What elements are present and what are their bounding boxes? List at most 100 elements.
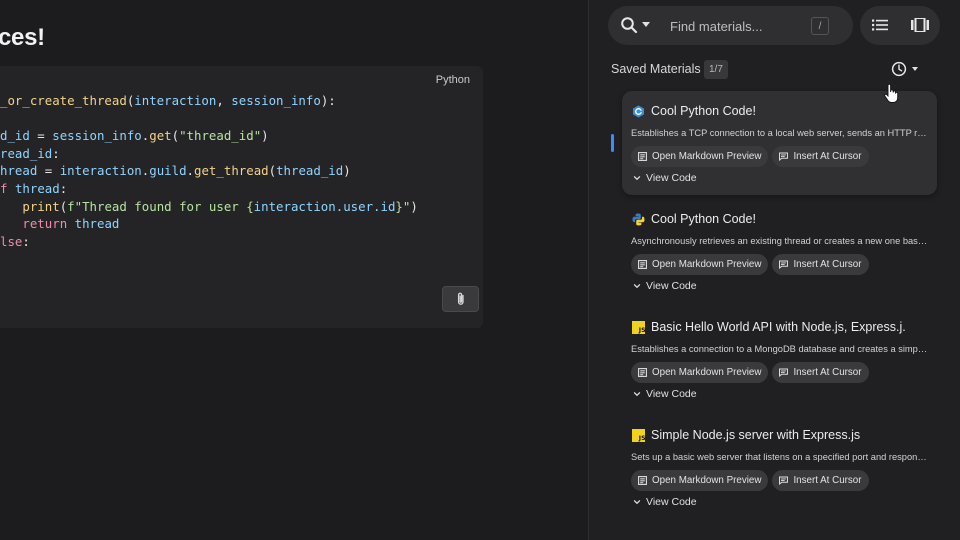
search-scope-dropdown-icon[interactable] [642, 22, 650, 27]
search-icon[interactable] [620, 16, 638, 34]
search-shortcut-key: / [811, 17, 829, 35]
code-line: f thread: [0, 180, 418, 198]
code-token: interaction [59, 163, 142, 179]
code-token: ): [320, 93, 336, 108]
list-view-icon[interactable] [870, 16, 890, 34]
code-line: lse: [0, 233, 418, 251]
open-markdown-preview-label: Open Markdown Preview [652, 151, 762, 162]
code-token: : [52, 145, 60, 161]
insert-comment-icon [779, 476, 789, 485]
saved-materials-panel: / Saved Materials 1/7 Cool Python Code! E… [589, 0, 960, 540]
chevron-down-icon [912, 67, 918, 71]
material-card[interactable]: JS Basic Hello World API with Node.js, Ex… [622, 307, 937, 411]
svg-text:JS: JS [638, 435, 645, 442]
code-line: d_id = session_info.get("thread_id") [0, 127, 418, 145]
code-line: hread = interaction.guild.get_thread(thr… [0, 162, 418, 180]
material-card[interactable]: Cool Python Code! Establishes a TCP conne… [622, 91, 937, 195]
insert-at-cursor-label: Insert At Cursor [793, 259, 862, 270]
clock-icon [891, 61, 907, 77]
open-markdown-preview-button[interactable]: Open Markdown Preview [631, 254, 769, 275]
code-line: return thread [0, 215, 418, 233]
code-line: _or_create_thread(interaction, session_i… [0, 92, 418, 110]
code-token: thread [14, 180, 60, 196]
code-token: ) [261, 128, 269, 144]
sort-by-recent-button[interactable] [889, 60, 923, 78]
chevron-down-icon [633, 282, 641, 290]
code-token: lse [0, 233, 23, 249]
code-token: _or_create_thread [0, 93, 127, 108]
view-code-toggle[interactable]: View Code [633, 496, 697, 508]
code-token: : [22, 233, 30, 249]
code-token: d_id [0, 128, 30, 144]
material-title[interactable]: Simple Node.js server with Express.js [651, 428, 860, 442]
code-token: ) [410, 198, 418, 214]
paperclip-icon [454, 291, 468, 307]
chevron-down-icon [633, 390, 641, 398]
code-line: print(f"Thread found for user {interacti… [0, 198, 418, 216]
active-item-indicator [611, 134, 614, 152]
code-token: read_id [0, 145, 53, 161]
insert-at-cursor-button[interactable]: Insert At Cursor [772, 362, 869, 383]
open-markdown-preview-label: Open Markdown Preview [652, 367, 762, 378]
code-token: hread [0, 163, 38, 179]
material-title[interactable]: Basic Hello World API with Node.js, Expr… [651, 320, 906, 334]
code-token: interaction.user.id [253, 198, 396, 214]
material-actions: Open Markdown Preview Insert At Cursor [631, 362, 869, 383]
insert-comment-icon [779, 368, 789, 377]
code-block: Python _or_create_thread ( interaction, se… [0, 66, 483, 328]
code-token: interaction [134, 93, 217, 108]
code-token: , [216, 93, 232, 108]
material-card[interactable]: JS Simple Node.js server with Express.js S… [622, 415, 937, 519]
material-actions: Open Markdown Preview Insert At Cursor [631, 254, 869, 275]
code-token: print [22, 198, 60, 214]
view-toggle [860, 6, 940, 45]
view-code-label: View Code [646, 388, 697, 400]
insert-at-cursor-button[interactable]: Insert At Cursor [772, 254, 869, 275]
open-markdown-preview-label: Open Markdown Preview [652, 259, 762, 270]
insert-at-cursor-label: Insert At Cursor [793, 367, 862, 378]
copy-code-button[interactable] [442, 286, 479, 312]
view-code-toggle[interactable]: View Code [633, 172, 697, 184]
code-token: = [29, 128, 53, 144]
material-description: Establishes a TCP connection to a local … [631, 128, 928, 138]
code-content[interactable]: _or_create_thread ( interaction, session_i… [0, 92, 418, 250]
insert-at-cursor-label: Insert At Cursor [793, 151, 862, 162]
code-language-label: Python [435, 74, 470, 86]
cpp-icon [632, 105, 645, 118]
material-description: Sets up a basic web server that listens … [631, 452, 928, 462]
markdown-preview-icon [638, 260, 647, 269]
view-code-label: View Code [646, 172, 697, 184]
code-token: : [59, 180, 68, 196]
markdown-preview-icon [638, 368, 647, 377]
code-token: ) [343, 163, 351, 179]
code-preview-pane: ces! Python _or_create_thread (interactio… [0, 0, 588, 540]
carousel-view-icon[interactable] [910, 16, 930, 34]
open-markdown-preview-button[interactable]: Open Markdown Preview [631, 146, 769, 167]
code-token: get_thread [194, 163, 269, 179]
code-token: session_info [52, 128, 142, 144]
code-token: f"Thread found for user { [67, 198, 254, 214]
insert-at-cursor-button[interactable]: Insert At Cursor [772, 146, 869, 167]
code-token: guild [149, 163, 187, 179]
material-title[interactable]: Cool Python Code! [651, 104, 756, 118]
material-description: Establishes a connection to a MongoDB da… [631, 344, 928, 354]
insert-at-cursor-button[interactable]: Insert At Cursor [772, 470, 869, 491]
code-token: ( [268, 163, 277, 179]
view-code-toggle[interactable]: View Code [633, 388, 697, 400]
material-card[interactable]: Cool Python Code! Asynchronously retrieve… [622, 199, 937, 303]
view-code-toggle[interactable]: View Code [633, 280, 697, 292]
open-markdown-preview-button[interactable]: Open Markdown Preview [631, 362, 769, 383]
code-token: "thread_id" [179, 128, 262, 144]
material-description: Asynchronously retrieves an existing thr… [631, 236, 928, 246]
markdown-preview-icon [638, 476, 647, 485]
search-input[interactable] [670, 16, 810, 36]
material-title[interactable]: Cool Python Code! [651, 212, 756, 226]
search-bar[interactable]: / [608, 6, 853, 45]
code-token: = [37, 163, 60, 179]
code-line: read_id: [0, 145, 418, 163]
hand-cursor-icon [883, 83, 899, 104]
open-markdown-preview-button[interactable]: Open Markdown Preview [631, 470, 769, 491]
saved-count-badge: 1/7 [704, 60, 728, 79]
